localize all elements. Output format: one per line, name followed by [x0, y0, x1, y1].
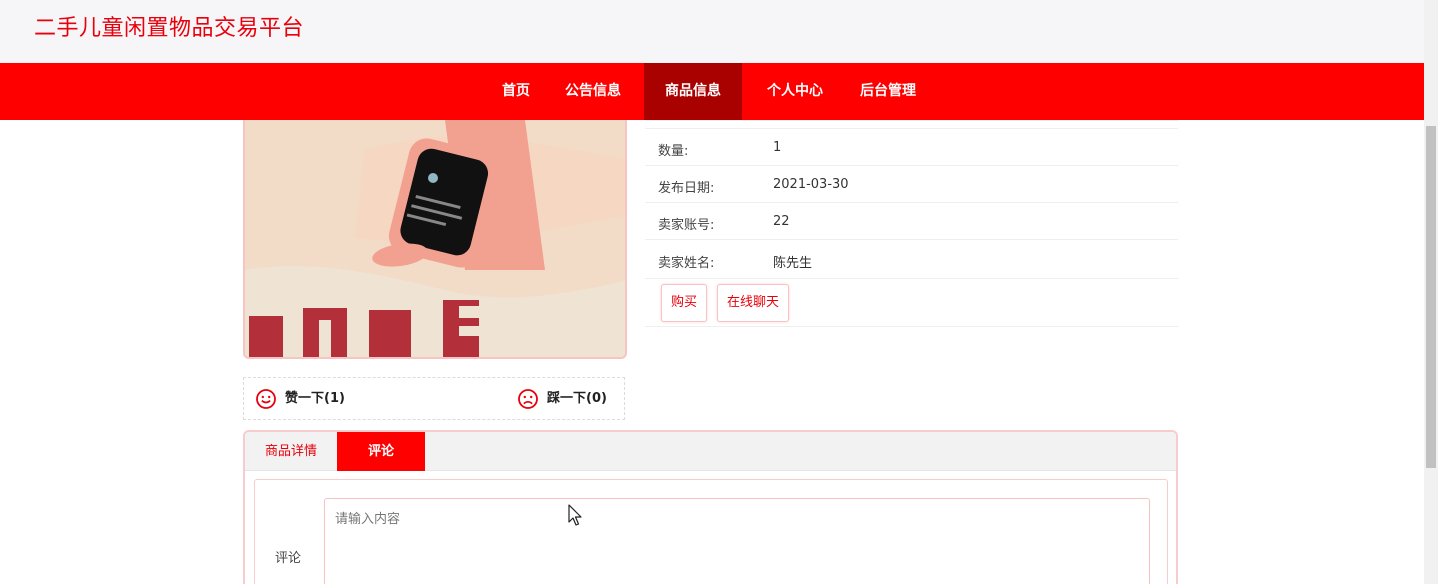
tab-bar: 商品详情 评论 — [245, 432, 1176, 471]
info-row-seller-account: 卖家账号: 22 — [645, 203, 1178, 240]
info-label: 发布日期: — [658, 181, 715, 196]
product-image — [243, 120, 627, 359]
detail-tabs-panel: 商品详情 评论 评论 — [243, 430, 1178, 584]
mouse-cursor-icon — [568, 504, 582, 526]
site-header: 二手儿童闲置物品交易平台 — [0, 0, 1424, 63]
dislike-button[interactable]: 踩一下(0) — [517, 387, 625, 411]
nav-item-announcements[interactable]: 公告信息 — [552, 63, 634, 120]
info-label: 卖家账号: — [658, 218, 715, 233]
buy-button[interactable]: 购买 — [661, 284, 708, 322]
tab-product-details[interactable]: 商品详情 — [245, 432, 337, 471]
info-value: 1 — [773, 140, 782, 155]
vote-bar: 赞一下(1) 踩一下(0) — [243, 377, 625, 420]
dislike-label: 踩一下(0) — [547, 391, 607, 406]
site-title[interactable]: 二手儿童闲置物品交易平台 — [34, 10, 304, 42]
scrollbar-thumb[interactable] — [1426, 126, 1436, 468]
nav-item-admin[interactable]: 后台管理 — [846, 63, 930, 120]
like-button[interactable]: 赞一下(1) — [255, 387, 375, 411]
nav-item-products[interactable]: 商品信息 — [644, 63, 742, 120]
page-scrollbar[interactable] — [1424, 0, 1438, 584]
info-label: 数量: — [658, 144, 689, 159]
info-row-publish-date: 发布日期: 2021-03-30 — [645, 166, 1178, 203]
kids-smartwatch-photo-icon — [245, 120, 625, 357]
actions-row: 购买 在线聊天 — [645, 279, 1178, 327]
product-info-table: 数量: 1 发布日期: 2021-03-30 卖家账号: 22 卖家姓名: 陈先… — [645, 120, 1178, 327]
page: 二手儿童闲置物品交易平台 首页 公告信息 商品信息 个人中心 后台管理 数量: … — [0, 0, 1438, 584]
frown-icon — [518, 389, 538, 409]
info-label: 卖家姓名: — [658, 256, 715, 271]
info-value: 2021-03-30 — [773, 177, 849, 192]
comment-input[interactable] — [324, 498, 1150, 584]
comment-form: 评论 — [254, 479, 1168, 584]
info-value: 陈先生 — [773, 256, 813, 271]
nav-item-home[interactable]: 首页 — [487, 63, 545, 120]
info-value: 22 — [773, 214, 790, 229]
online-chat-button[interactable]: 在线聊天 — [717, 284, 790, 322]
smile-icon — [256, 389, 276, 409]
nav-item-personal-center[interactable]: 个人中心 — [752, 63, 838, 120]
tab-comments[interactable]: 评论 — [337, 432, 425, 471]
info-row-top — [645, 120, 1178, 129]
info-row-seller-name: 卖家姓名: 陈先生 — [645, 240, 1178, 279]
info-row-quantity: 数量: 1 — [645, 129, 1178, 166]
main-nav: 首页 公告信息 商品信息 个人中心 后台管理 — [0, 63, 1424, 120]
like-label: 赞一下(1) — [285, 391, 345, 406]
comment-label: 评论 — [275, 551, 302, 566]
